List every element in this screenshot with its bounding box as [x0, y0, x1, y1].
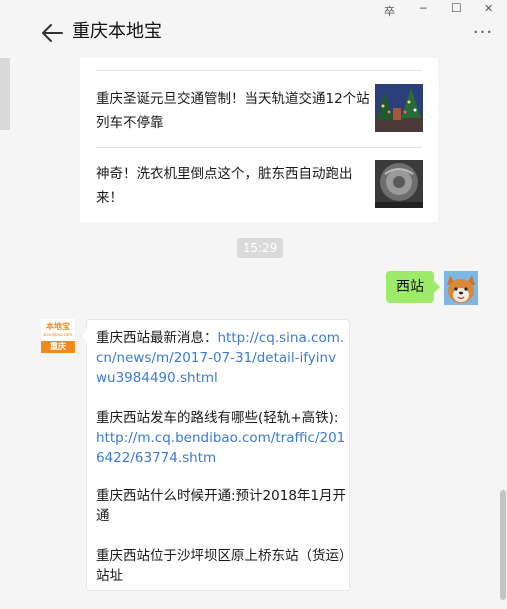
- left-pane-scrollbar[interactable]: [0, 58, 10, 130]
- logo-text: 本地宝: [46, 322, 70, 331]
- article-title: 重庆圣诞元旦交通管制！当天轨道交通12个站列车不停靠: [96, 91, 370, 131]
- logo-top: 本地宝 bendibao.com: [41, 319, 75, 341]
- article-item-0[interactable]: 重庆圣诞元旦交通管制！当天轨道交通12个站列车不停靠: [80, 71, 438, 147]
- article-item-1[interactable]: 神奇！洗衣机里倒点这个，脏东西自动跑出来！: [80, 148, 438, 224]
- minimize-icon: ─: [420, 2, 427, 15]
- close-icon: ✕: [484, 2, 494, 15]
- shiba-dog-avatar-icon[interactable]: [444, 271, 478, 305]
- bendibao-logo-avatar[interactable]: 本地宝 bendibao.com 重庆: [41, 319, 75, 353]
- logo-subtext: bendibao.com: [43, 332, 73, 337]
- message-text: 重庆西站发车的路线有哪些(轻轨+高铁):: [96, 410, 339, 426]
- maximize-icon: ☐: [451, 1, 462, 15]
- message-text: 重庆西站什么时候开通:预计2018年1月开通: [96, 488, 346, 524]
- more-options-icon[interactable]: ···: [466, 24, 500, 46]
- title-bar: 重庆本地宝 卒 ─ ☐ ✕ ···: [0, 0, 507, 58]
- chat-title: 重庆本地宝: [72, 21, 162, 42]
- message-block-3: 重庆西站位于沙坪坝区原上桥东站（货运）站址: [96, 546, 346, 586]
- message-link[interactable]: http://m.cq.bendibao.com/traffic/2016422…: [96, 430, 345, 466]
- message-text: 重庆西站最新消息：: [96, 330, 218, 346]
- back-arrow-icon[interactable]: [40, 22, 64, 44]
- close-button[interactable]: ✕: [475, 0, 505, 20]
- pin-icon: 卒: [384, 5, 395, 18]
- message-block-1: 重庆西站发车的路线有哪些(轻轨+高铁): http://m.cq.bendibao…: [96, 408, 346, 468]
- incoming-message-bubble: 重庆西站最新消息：http://cq.sina.com.cn/news/m/20…: [80, 319, 350, 591]
- minimize-button[interactable]: ─: [411, 0, 441, 20]
- pin-button[interactable]: 卒: [374, 0, 404, 20]
- logo-city: 重庆: [41, 341, 75, 353]
- message-text: 重庆西站位于沙坪坝区原上桥东站（货运）站址: [96, 548, 346, 584]
- article-title: 神奇！洗衣机里倒点这个，脏东西自动跑出来！: [96, 166, 353, 206]
- message-block-0: 重庆西站最新消息：http://cq.sina.com.cn/news/m/20…: [96, 328, 346, 388]
- washing-machine-drum-thumbnail-icon: [375, 160, 423, 208]
- outgoing-message-bubble[interactable]: 西站: [386, 271, 440, 303]
- article-list-card: 重庆圣诞元旦交通管制！当天轨道交通12个站列车不停靠 神奇！洗衣机里倒点这个，脏…: [80, 58, 438, 222]
- chat-scrollbar[interactable]: [500, 490, 506, 600]
- time-divider: 15:29: [237, 238, 283, 258]
- message-block-2: 重庆西站什么时候开通:预计2018年1月开通: [96, 486, 346, 526]
- christmas-tree-thumbnail-icon: [375, 84, 423, 132]
- maximize-button[interactable]: ☐: [442, 0, 472, 20]
